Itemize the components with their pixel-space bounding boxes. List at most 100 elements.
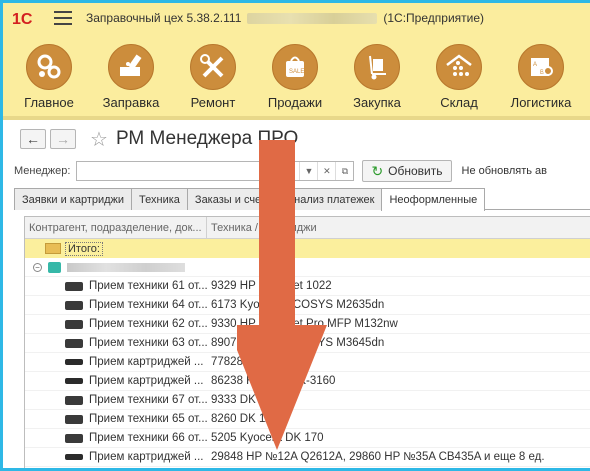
app-title: Заправочный цех 5.38.2.111 (1С:Предприяти… [86,11,484,25]
table-row[interactable]: Прием картриджей ... 77828 HP CF218A [25,353,590,372]
equipment-cell: 86238 Kyocera TK-3160 [211,375,336,387]
refresh-label: Обновить [388,164,443,178]
form-title: РМ Менеджера ПРО [115,128,299,149]
printer-icon [65,395,83,405]
table-row[interactable]: Прием техники 63 от... 8907 Kyocera ECOSY… [25,334,590,353]
sections-panel: Главное Заправка Ремонт SALE Продажи Зак… [0,36,590,116]
svg-text:SALE: SALE [289,69,304,75]
section-main[interactable]: Главное [8,36,90,116]
redacted-text [247,13,378,25]
equipment-cell: 77828 HP CF218A [211,356,308,368]
printer-icon [65,338,83,348]
table-row[interactable]: Прием техники 65 от... 8260 DK 1150 [25,410,590,429]
equipment-cell: 9333 DK 1150 [211,394,284,406]
printer-icon [65,300,83,310]
tab-unprocessed[interactable]: Неоформленные [381,188,486,211]
open-icon[interactable]: ⧉ [335,162,353,180]
unprocessed-table: Контрагент, подразделение, док... Техник… [24,216,590,471]
back-button[interactable]: ← [20,129,46,149]
column-header-equipment[interactable]: Техника / Картриджи [207,217,590,238]
document-cell: Прием картриджей ... [89,375,204,387]
equipment-cell: 9330 HP LaserJet Pro MFP M132nw [211,318,398,330]
section-label: Склад [440,95,478,110]
document-cell: Прием техники 64 от... [89,299,207,311]
table-row[interactable]: Прием картриджей ... 86238 Kyocera TK-316… [25,372,590,391]
document-cell: Прием картриджей ... [89,356,204,368]
manager-filter: Менеджер: ▼ ✕ ⧉ ↻ Обновить Не обновлять … [0,160,590,182]
equipment-cell: 8907 Kyocera ECOSYS M3645dn [211,337,385,349]
title-bar: 1С Заправочный цех 5.38.2.111 (1С:Предпри… [0,0,590,36]
sale-bag-icon: SALE [272,44,318,90]
section-repair[interactable]: Ремонт [172,36,254,116]
table-row[interactable]: Прием техники 62 от... 9330 HP LaserJet P… [25,315,590,334]
clear-icon[interactable]: ✕ [317,162,335,180]
table-row[interactable]: Прием техники 64 от... 6173 Kyocera ECOSY… [25,296,590,315]
tab-requests[interactable]: Заявки и картриджи [14,188,133,210]
favorite-star-icon[interactable]: ☆ [90,127,108,152]
total-row[interactable]: Итого: [25,239,590,258]
app-title-text: Заправочный цех 5.38.2.111 [86,11,242,25]
document-cell: Прием картриджей ... [89,451,204,463]
redacted-counterparty [67,262,185,272]
menu-icon[interactable] [54,11,72,25]
table-header: Контрагент, подразделение, док... Техник… [25,217,590,239]
1c-logo: 1С [10,7,42,29]
forward-button[interactable]: → [50,129,76,149]
tools-icon [190,44,236,90]
table-row[interactable]: Прием техники 66 от... 5205 Kyocera DK 17… [25,429,590,448]
cartridge-icon [65,454,83,460]
document-cell: Прием техники 63 от... [89,337,207,349]
arrow-left-icon: ← [26,131,40,147]
document-cell: Прием техники 61 от... [89,280,207,292]
printer-icon [65,433,83,443]
column-header-counterparty[interactable]: Контрагент, подразделение, док... [25,217,207,238]
printer-refill-icon [108,44,154,90]
equipment-cell: 8260 DK 1150 [211,413,284,425]
table-row[interactable]: Прием картриджей ... 29848 HP №12A Q2612A… [25,448,590,467]
counterparty-icon [48,261,61,273]
manager-value[interactable] [77,162,299,180]
section-refill[interactable]: Заправка [90,36,172,116]
group-row[interactable]: − [25,258,590,277]
printer-icon [65,414,83,424]
gears-icon [26,44,72,90]
equipment-cell: 9329 HP LaserJet 1022 [211,280,332,292]
section-label: Ремонт [190,95,236,110]
section-label: Заправка [102,95,160,110]
section-purchase[interactable]: Закупка [336,36,418,116]
warehouse-icon [436,44,482,90]
tab-payments[interactable]: Анализ платежек [278,188,383,210]
tab-orders[interactable]: Заказы и счета [186,188,280,210]
manager-field[interactable]: ▼ ✕ ⧉ [76,161,355,181]
section-label: Продажи [267,95,323,110]
section-label: Закупка [353,95,401,110]
printer-icon [65,319,83,329]
cartridge-icon [65,378,83,384]
refresh-icon: ↻ [371,162,384,179]
dropdown-icon[interactable]: ▼ [299,162,317,180]
equipment-cell: 5205 Kyocera DK 170 [211,432,324,444]
refresh-button[interactable]: ↻ Обновить [362,160,452,182]
table-body: Прием техники 61 от... 9329 HP LaserJet 1… [25,277,590,467]
printer-icon [65,281,83,291]
arrow-right-icon: → [56,131,70,147]
document-cell: Прием техники 66 от... [89,432,207,444]
collapse-icon[interactable]: − [33,262,42,272]
section-logistics[interactable]: AB Логистика [500,36,582,116]
tab-equipment[interactable]: Техника [131,188,188,210]
table-row[interactable]: Прием техники 67 от... 9333 DK 1150 [25,391,590,410]
section-sales[interactable]: SALE Продажи [254,36,336,116]
section-warehouse[interactable]: Склад [418,36,500,116]
app-title-suffix: (1С:Предприятие) [383,11,485,25]
equipment-cell: 29848 HP №12A Q2612A, 29860 HP №35A CB43… [211,451,545,463]
svg-text:1С: 1С [12,11,33,28]
no-update-checkbox-label[interactable]: Не обновлять ав [462,165,547,177]
document-cell: Прием техники 65 от... [89,413,207,425]
total-label: Итого: [65,241,103,256]
hand-truck-icon [354,44,400,90]
folder-icon [45,243,61,254]
table-row[interactable]: Прием техники 61 от... 9329 HP LaserJet 1… [25,277,590,296]
equipment-cell: 6173 Kyocera ECOSYS M2635dn [211,299,385,311]
section-label: Главное [24,95,74,110]
section-label: Логистика [510,95,572,110]
